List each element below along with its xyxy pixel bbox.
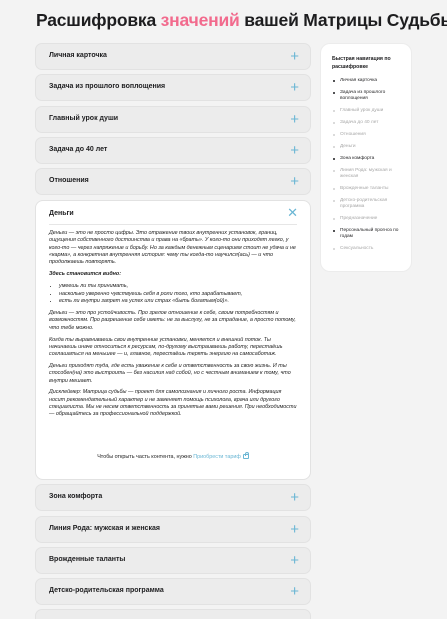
page-title: Расшифровка значений вашей Матрицы Судьб… [36,10,447,31]
quick-navigation-panel: Быстрая навигация по расшифровке Личная … [320,43,412,272]
title-part1: Расшифровка [36,10,156,30]
accordion-item-soul-lesson[interactable]: Главный урок души + [35,106,311,133]
accordion-label: Задача из прошлого воплощения [49,83,166,90]
accordion-item-parent-child-program[interactable]: Детско-родительская программа + [35,578,311,605]
close-icon[interactable]: ✕ [287,205,298,221]
accordion-label: Отношения [49,177,89,184]
accordion-label: Задача до 40 лет [49,146,108,153]
plus-icon[interactable]: + [290,582,299,601]
buy-tariff-link[interactable]: Приобрести тариф [193,454,241,460]
accordion-item-past-life-task[interactable]: Задача из прошлого воплощения + [35,74,311,101]
title-highlight: значений [160,10,240,30]
nav-item-past-life-task[interactable]: Задача из прошлого воплощения [332,90,408,102]
list-item: умеешь ли ты принимать, [59,283,297,290]
nav-item-personal-card[interactable]: Личная карточка [332,78,408,84]
nav-item-task-before-40[interactable]: Задача до 40 лет [332,120,408,126]
accordion-label: Зона комфорта [49,493,103,500]
accordion-label: Личная карточка [49,52,107,59]
plus-icon[interactable]: + [290,141,299,160]
section-body: Деньги — это не просто цифры. Это отраже… [49,230,297,423]
plus-icon[interactable]: + [290,520,299,539]
unlock-prompt: Чтобы открыть часть контента, нужно Прио… [36,452,310,460]
nav-list: Личная карточка Задача из прошлого вопло… [332,78,408,258]
nav-item-soul-lesson[interactable]: Главный урок души [332,108,408,114]
paragraph-flow: Когда ты выравниваешь свои внутренние ус… [49,336,283,358]
nav-item-talents[interactable]: Врожденные таланты [332,186,408,192]
nav-item-yearly-forecast[interactable]: Персональный прогноз по годам [332,228,408,240]
title-part2: вашей Матрицы Судьбы [244,10,447,30]
lock-icon [242,452,249,459]
accordion-item-personal-card[interactable]: Личная карточка + [35,43,311,70]
accordion-label: Линия Рода: мужская и женская [49,525,160,532]
accordion-item-talents[interactable]: Врожденные таланты + [35,547,311,574]
unlock-text: Чтобы открыть часть контента, нужно [97,454,192,460]
plus-icon[interactable]: + [290,488,299,507]
bullet-list: умеешь ли ты принимать, насколько уверен… [59,283,297,306]
nav-item-money[interactable]: Деньги [332,144,408,150]
paragraph-respect: Деньги приходят туда, где есть уважение … [49,362,291,384]
nav-item-family-line[interactable]: Линия Рода: мужская и женская [332,168,408,180]
accordion-item-family-line[interactable]: Линия Рода: мужская и женская + [35,516,311,543]
plus-icon[interactable]: + [290,78,299,97]
accordion-item-comfort-zone[interactable]: Зона комфорта + [35,484,311,511]
nav-item-purpose[interactable]: Предназначение [332,216,408,222]
nav-item-comfort-zone[interactable]: Зона комфорта [332,156,408,162]
accordion-item-task-before-40[interactable]: Задача до 40 лет + [35,137,311,164]
accordion-item-relationships[interactable]: Отношения + [35,168,311,195]
list-item: насколько уверенно чувствуешь себя в рол… [59,291,297,298]
divider [49,224,297,225]
nav-item-parent-child-program[interactable]: Детско-родительская программа [332,198,408,210]
subheading: Здесь становится видно: [49,270,121,277]
accordion-label: Врожденные таланты [49,556,126,563]
plus-icon[interactable]: + [290,110,299,129]
nav-item-sexuality[interactable]: Сексуальность [332,246,408,252]
plus-icon[interactable]: + [290,172,299,191]
paragraph-intro: Деньги — это не просто цифры. Это отраже… [49,230,296,266]
nav-item-relationships[interactable]: Отношения [332,132,408,138]
plus-icon[interactable]: + [290,551,299,570]
disclaimer: Дисклеймер: Матрица судьбы — проект для … [49,389,297,418]
accordion-label: Главный урок души [49,115,119,122]
nav-title: Быстрая навигация по расшифровке [332,56,391,70]
accordion-open-title: Деньги [49,210,74,217]
list-item: есть ли внутри запрет на успех или страх… [59,298,297,305]
paragraph-stability: Деньги — это про устойчивость. Про зрело… [49,310,296,331]
plus-icon[interactable]: + [290,47,299,66]
accordion-label: Детско-родительская программа [49,587,164,594]
accordion-item-money-open: Деньги ✕ Деньги — это не просто цифры. Э… [35,200,311,480]
accordion-item-next-partial[interactable] [35,609,311,619]
